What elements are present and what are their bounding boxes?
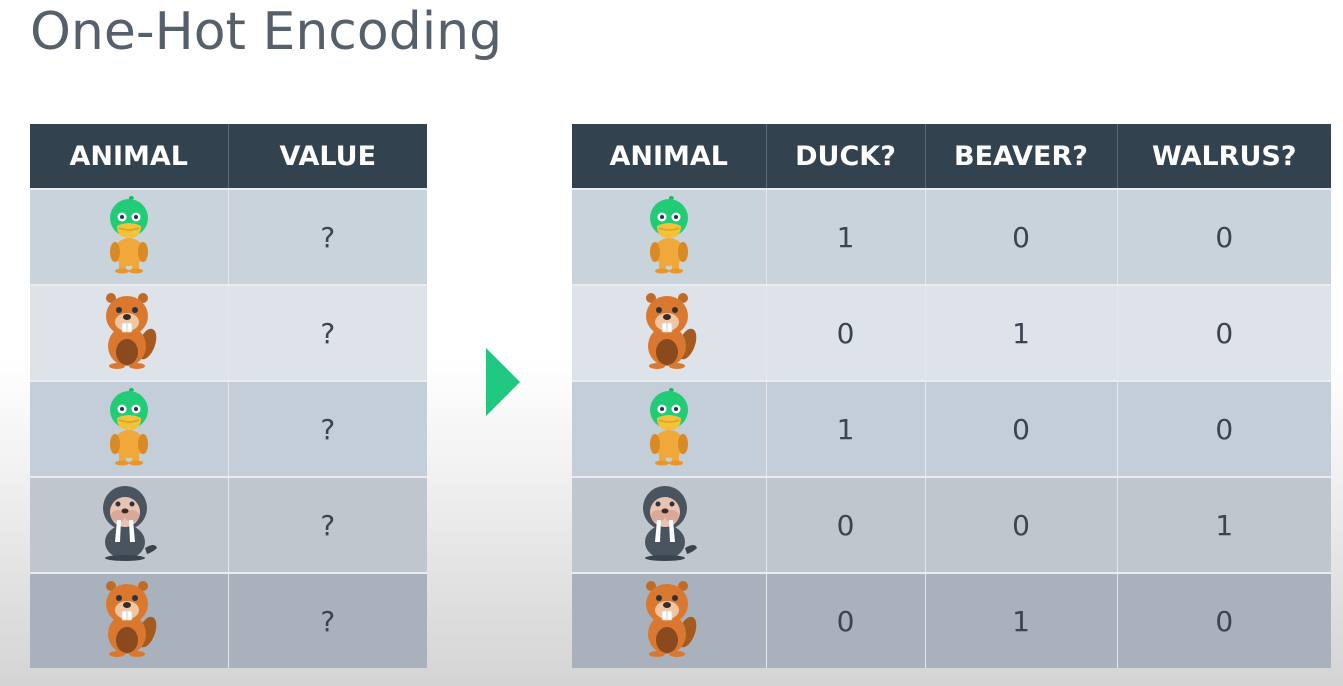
beaver-cell: 0 [924, 188, 1117, 285]
duck-cell: 0 [765, 572, 925, 668]
column-header-walrus: WALRUS? [1116, 124, 1331, 189]
duck-cell: 0 [765, 284, 925, 381]
beaver-cell: 1 [924, 572, 1117, 668]
one-hot-table: ANIMAL DUCK? BEAVER? WALRUS? 1 0 0 0 1 0… [572, 124, 1331, 668]
walrus-cell: 0 [1116, 572, 1331, 668]
animal-cell [30, 188, 228, 285]
column-header-value: VALUE [227, 124, 427, 189]
value-cell: ? [227, 476, 427, 573]
walrus-cell: 0 [1116, 380, 1331, 477]
duck-cell: 0 [765, 476, 925, 573]
table-row: ? [30, 476, 427, 573]
duck-cell: 1 [765, 380, 925, 477]
table-row: 0 1 0 [572, 284, 1331, 381]
value-cell: ? [227, 380, 427, 477]
walrus-icon [637, 482, 701, 569]
table-header-row: ANIMAL DUCK? BEAVER? WALRUS? [572, 124, 1331, 189]
duck-icon [645, 194, 693, 281]
walrus-cell: 0 [1116, 284, 1331, 381]
value-cell: ? [227, 284, 427, 381]
animal-cell [30, 476, 228, 573]
beaver-cell: 0 [924, 380, 1117, 477]
play-triangle-icon [486, 348, 520, 416]
column-header-beaver: BEAVER? [924, 124, 1117, 189]
walrus-cell: 1 [1116, 476, 1331, 573]
table-row: 1 0 0 [572, 188, 1331, 285]
duck-icon [105, 194, 153, 281]
table-row: ? [30, 188, 427, 285]
table-row: ? [30, 284, 427, 381]
animal-cell [30, 380, 228, 477]
animal-cell [30, 284, 228, 381]
input-table: ANIMAL VALUE ? ? ? ? ? [30, 124, 427, 668]
beaver-icon [637, 578, 701, 665]
duck-icon [105, 386, 153, 473]
column-header-animal: ANIMAL [30, 124, 228, 189]
beaver-icon [637, 290, 701, 377]
beaver-icon [97, 578, 161, 665]
animal-cell [572, 572, 766, 668]
animal-cell [572, 188, 766, 285]
table-row: 1 0 0 [572, 380, 1331, 477]
beaver-cell: 1 [924, 284, 1117, 381]
beaver-icon [97, 290, 161, 377]
column-header-duck: DUCK? [765, 124, 925, 189]
table-row: 0 0 1 [572, 476, 1331, 573]
walrus-icon [97, 482, 161, 569]
table-row: ? [30, 380, 427, 477]
table-header-row: ANIMAL VALUE [30, 124, 427, 189]
table-row: 0 1 0 [572, 572, 1331, 668]
column-header-animal: ANIMAL [572, 124, 766, 189]
beaver-cell: 0 [924, 476, 1117, 573]
slide-title: One-Hot Encoding [30, 2, 503, 62]
table-row: ? [30, 572, 427, 668]
animal-cell [30, 572, 228, 668]
value-cell: ? [227, 188, 427, 285]
animal-cell [572, 476, 766, 573]
animal-cell [572, 380, 766, 477]
duck-icon [645, 386, 693, 473]
duck-cell: 1 [765, 188, 925, 285]
value-cell: ? [227, 572, 427, 668]
animal-cell [572, 284, 766, 381]
walrus-cell: 0 [1116, 188, 1331, 285]
